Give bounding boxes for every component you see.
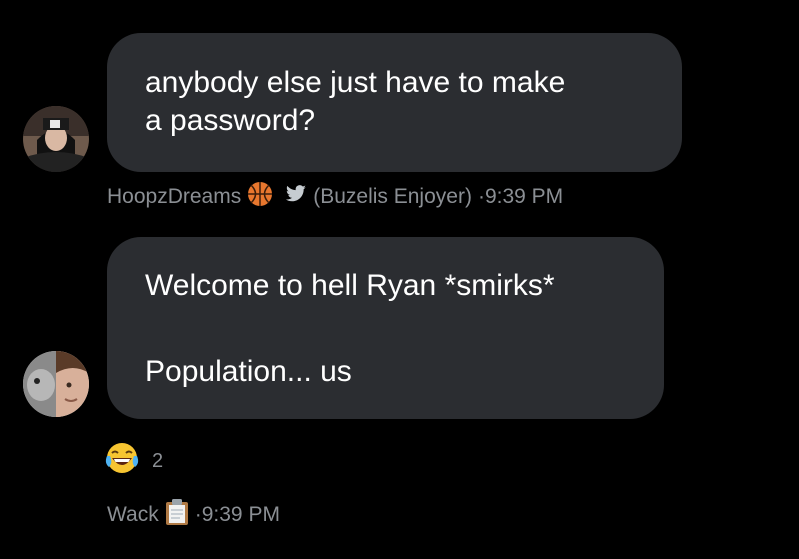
message-text-line	[145, 305, 664, 353]
reaction-count: 2	[152, 449, 164, 472]
avatar-wack[interactable]	[23, 351, 89, 417]
avatar-hoopzdreams[interactable]	[23, 106, 89, 172]
message-meta: Wack · 9:39 PM	[107, 498, 280, 532]
message-text-line: Population... us	[145, 355, 352, 388]
author-name[interactable]: Wack	[107, 503, 159, 527]
twitter-bird-icon	[285, 185, 307, 209]
meta-separator: ·	[194, 503, 202, 526]
reaction-badge[interactable]: 2	[104, 441, 163, 481]
author-name[interactable]: HoopzDreams	[107, 185, 241, 209]
clipboard-icon	[165, 498, 189, 532]
message-time: 9:39 PM	[201, 503, 280, 526]
laughing-emoji-icon	[104, 441, 140, 481]
message-text-line: Welcome to hell Ryan *smirks*	[145, 269, 555, 302]
author-suffix: (Buzelis Enjoyer)	[313, 185, 472, 208]
message-text-line: a password?	[145, 104, 316, 137]
message-bubble[interactable]: anybody else just have to make a passwor…	[107, 33, 682, 172]
basketball-icon	[247, 181, 273, 213]
message-bubble[interactable]: Welcome to hell Ryan *smirks* Population…	[107, 237, 664, 419]
message-time: 9:39 PM	[484, 185, 564, 208]
message-meta: HoopzDreams (Buzelis Enjoyer) · 9:39 PM	[107, 181, 563, 213]
message-text-line: anybody else just have to make	[145, 66, 566, 99]
meta-separator: ·	[477, 185, 485, 208]
